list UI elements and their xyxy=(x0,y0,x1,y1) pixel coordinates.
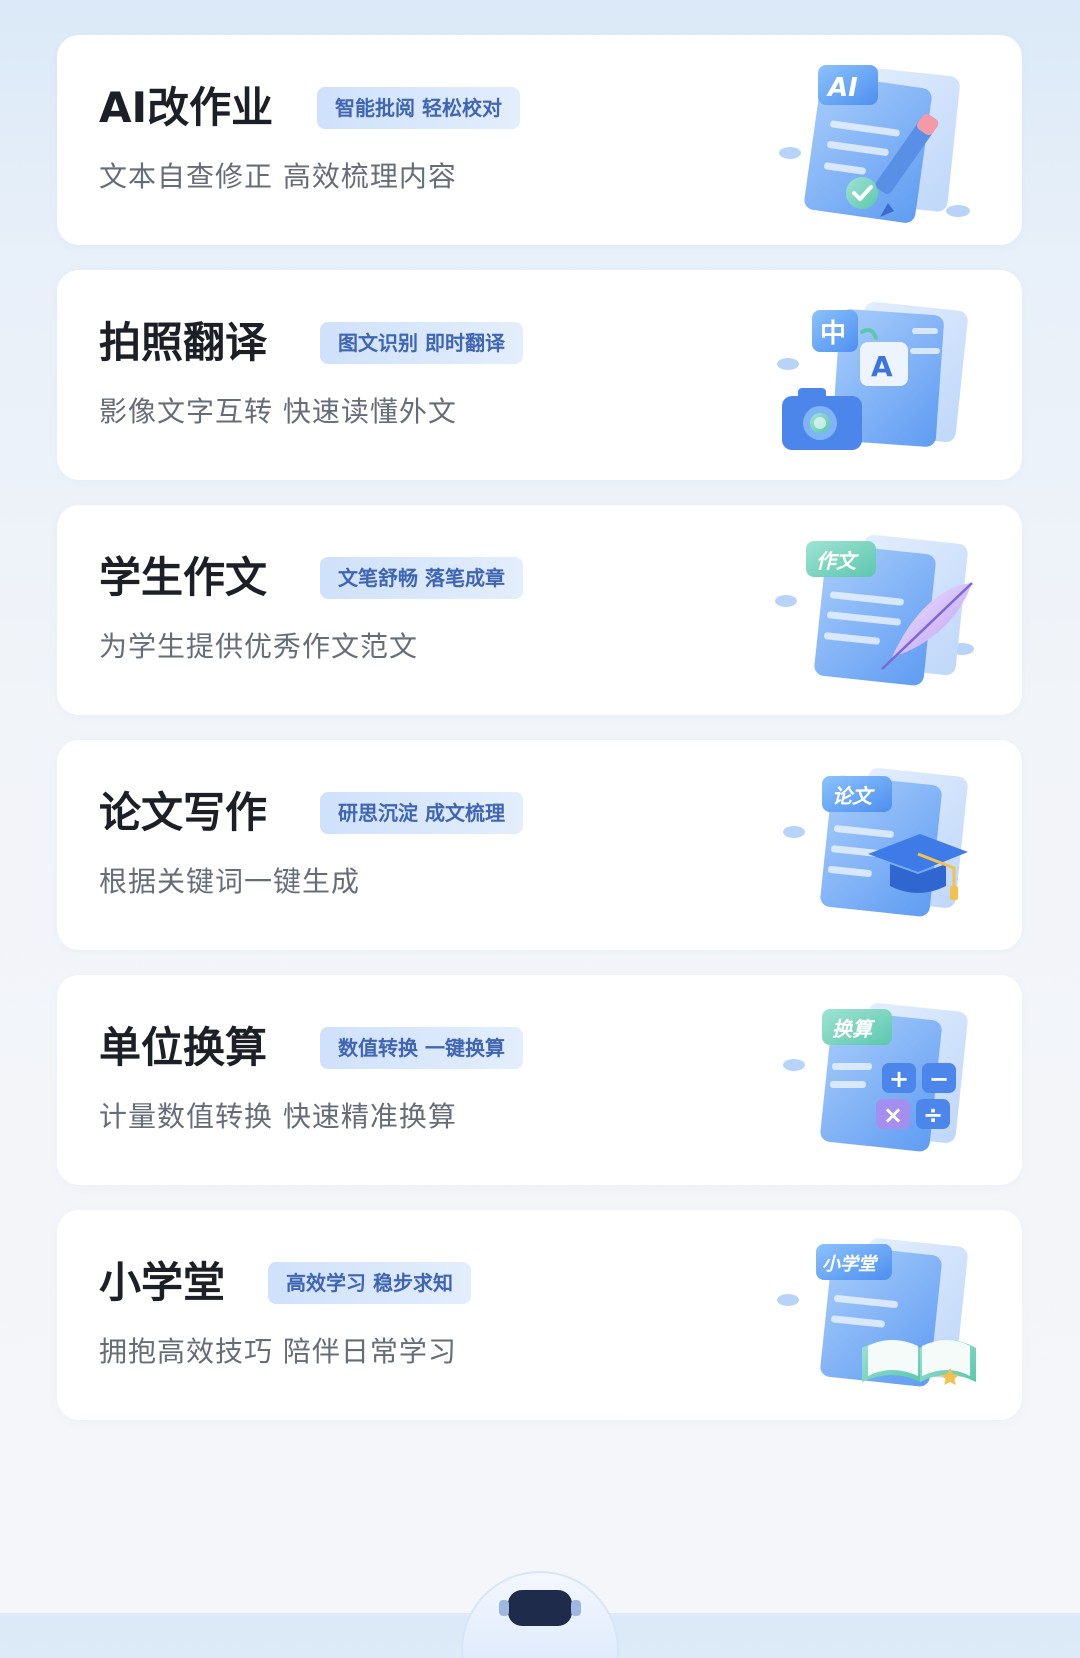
card-title: 单位换算 xyxy=(99,1023,268,1072)
convert-badge-text: 换算 xyxy=(832,1017,876,1041)
card-description: 拥抱高效技巧 陪伴日常学习 xyxy=(99,1335,457,1368)
unit-convert-icon: 换算 + − × ÷ xyxy=(783,1003,968,1152)
robot-assistant-icon[interactable] xyxy=(455,1568,625,1658)
card-description: 计量数值转换 快速精准换算 xyxy=(99,1100,457,1133)
card-description: 文本自查修正 高效梳理内容 xyxy=(99,160,457,193)
plus-symbol: + xyxy=(889,1065,909,1093)
card-classroom[interactable]: 小学堂 高效学习 稳步求知 拥抱高效技巧 陪伴日常学习 小学堂 xyxy=(57,1210,1022,1420)
card-student-essay[interactable]: 学生作文 文笔舒畅 落笔成章 为学生提供优秀作文范文 作文 xyxy=(57,505,1022,715)
card-tag: 高效学习 稳步求知 xyxy=(268,1262,471,1304)
essay-badge-text: 作文 xyxy=(816,549,859,573)
thesis-icon: 论文 xyxy=(783,768,968,917)
card-tag: 图文识别 即时翻译 xyxy=(320,322,523,364)
card-description: 根据关键词一键生成 xyxy=(99,865,361,898)
ai-homework-icon: AI xyxy=(779,65,970,223)
card-title: 拍照翻译 xyxy=(99,318,268,367)
card-description: 为学生提供优秀作文范文 xyxy=(99,630,419,663)
card-thesis-writing[interactable]: 论文写作 研思沉淀 成文梳理 根据关键词一键生成 论文 xyxy=(57,740,1022,950)
essay-icon: 作文 xyxy=(775,534,974,686)
card-title: 论文写作 xyxy=(99,788,268,837)
card-title: 小学堂 xyxy=(99,1258,226,1307)
thesis-badge-text: 论文 xyxy=(832,784,875,808)
minus-symbol: − xyxy=(929,1065,949,1093)
card-tag: 文笔舒畅 落笔成章 xyxy=(320,557,523,599)
feature-card-list: AI改作业 智能批阅 轻松校对 文本自查修正 高效梳理内容 AI 拍照翻译 图文… xyxy=(57,35,1022,1445)
card-tag: 研思沉淀 成文梳理 xyxy=(320,792,523,834)
card-tag: 智能批阅 轻松校对 xyxy=(317,87,520,129)
card-unit-conversion[interactable]: 单位换算 数值转换 一键换算 计量数值转换 快速精准换算 换算 + − × ÷ xyxy=(57,975,1022,1185)
card-ai-homework[interactable]: AI改作业 智能批阅 轻松校对 文本自查修正 高效梳理内容 AI xyxy=(57,35,1022,245)
ai-badge-text: AI xyxy=(826,73,858,103)
divide-symbol: ÷ xyxy=(923,1101,943,1129)
card-title: AI改作业 xyxy=(99,83,274,132)
photo-translate-icon: 中 A xyxy=(777,301,968,450)
zh-badge-text: 中 xyxy=(820,319,846,349)
card-tag: 数值转换 一键换算 xyxy=(320,1027,523,1069)
classroom-icon: 小学堂 xyxy=(777,1238,976,1387)
card-title: 学生作文 xyxy=(99,553,268,602)
classroom-badge-text: 小学堂 xyxy=(822,1254,879,1275)
card-photo-translate[interactable]: 拍照翻译 图文识别 即时翻译 影像文字互转 快速读懂外文 中 A xyxy=(57,270,1022,480)
card-description: 影像文字互转 快速读懂外文 xyxy=(99,395,457,428)
multiply-symbol: × xyxy=(883,1101,903,1129)
en-badge-text: A xyxy=(871,350,893,383)
